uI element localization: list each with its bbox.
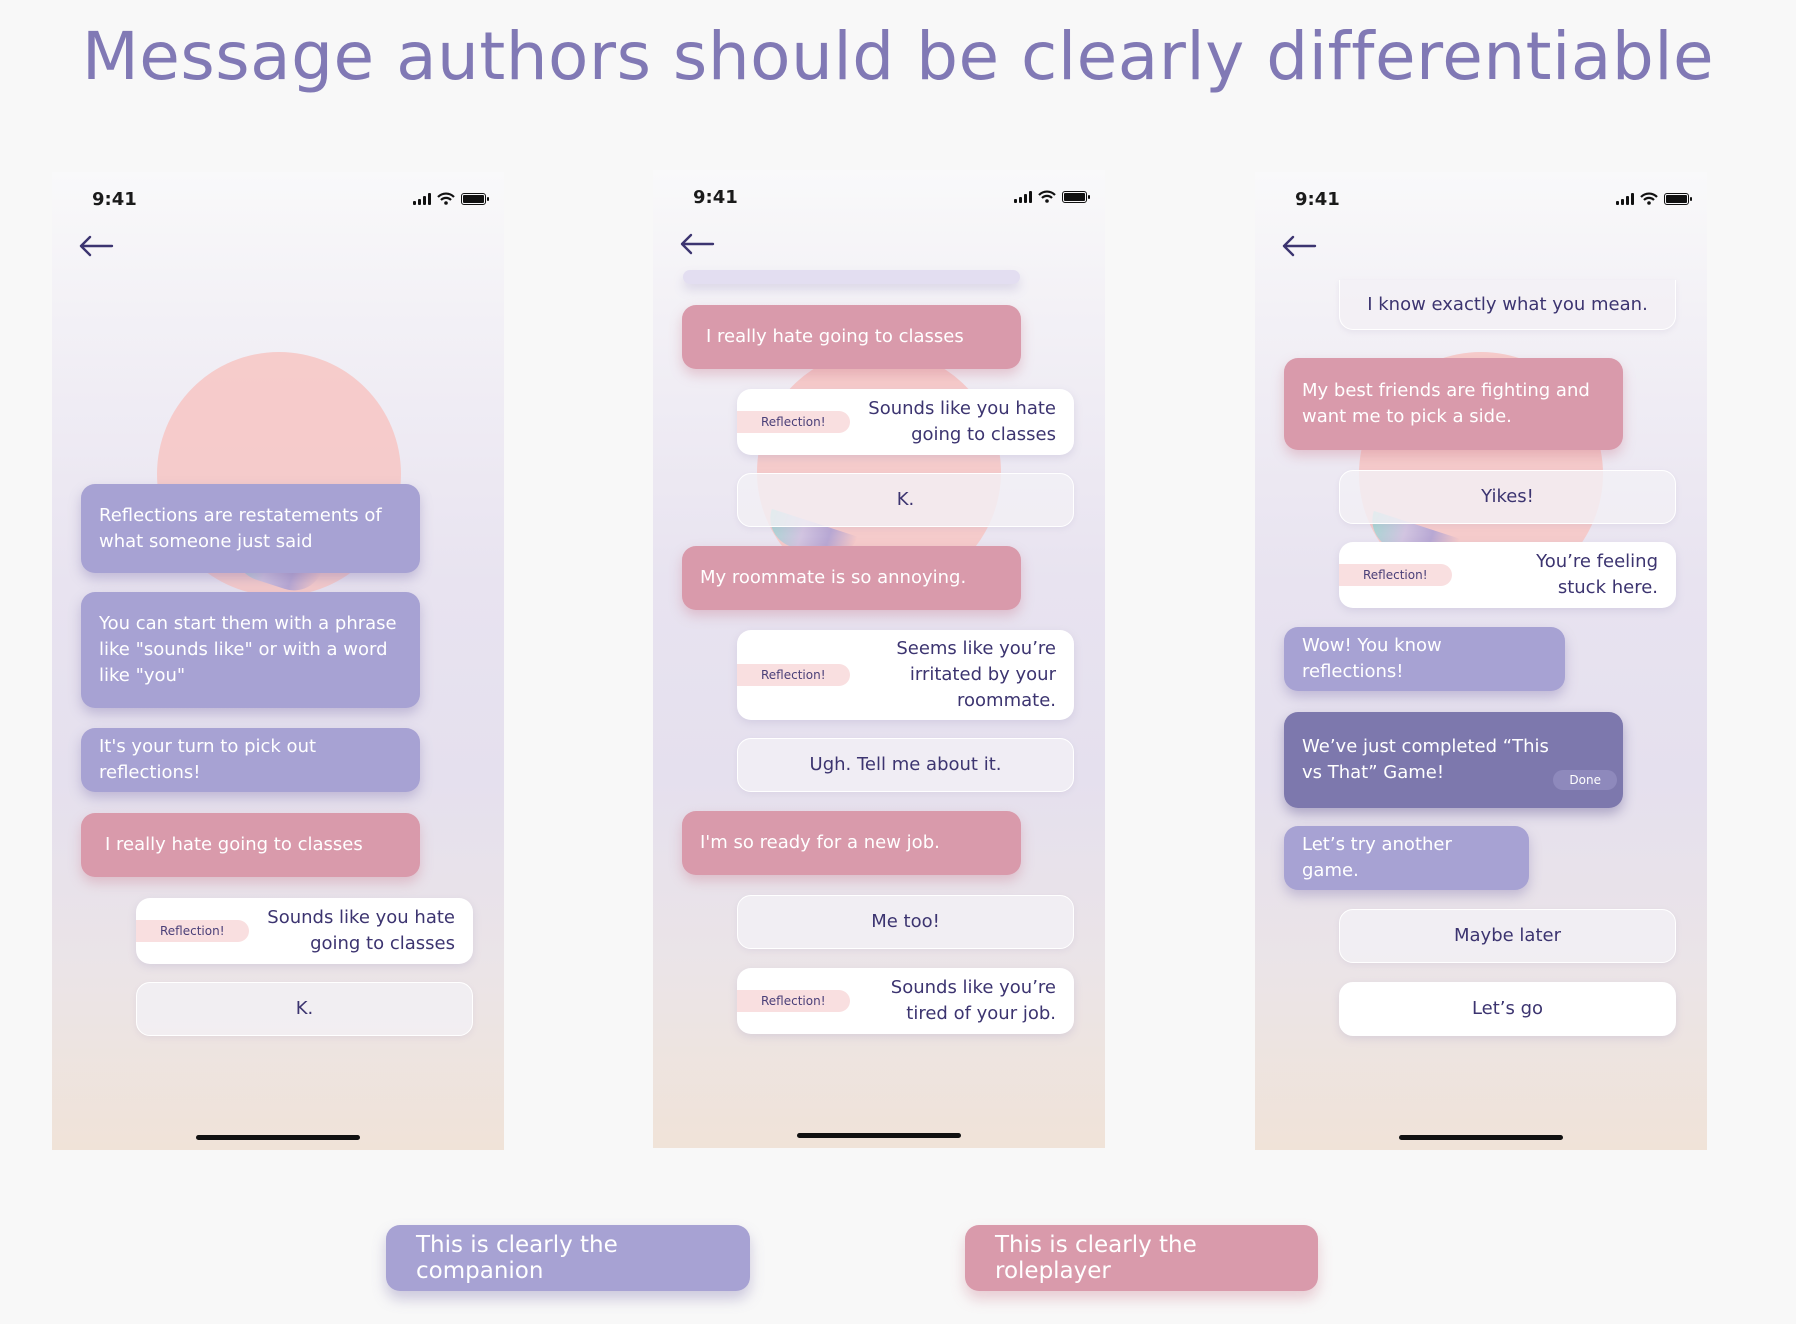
- back-arrow-icon[interactable]: [1281, 234, 1317, 258]
- response-option[interactable]: I know exactly what you mean.: [1339, 280, 1676, 330]
- reflection-badge: Reflection!: [737, 664, 850, 686]
- reflection-option[interactable]: Reflection! Sounds like you hate going t…: [737, 389, 1074, 455]
- lets-go-button[interactable]: Let’s go: [1339, 982, 1676, 1036]
- phone-screen-practice: 9:41 I really hate going to classes Refl…: [653, 170, 1105, 1148]
- battery-icon: [461, 193, 489, 205]
- status-icons: [1616, 192, 1692, 205]
- home-indicator: [1399, 1135, 1563, 1140]
- wifi-icon: [1038, 190, 1056, 203]
- reflection-badge: Reflection!: [136, 920, 249, 942]
- roleplayer-message: My best friends are fighting and want me…: [1284, 358, 1623, 450]
- reflection-option[interactable]: Reflection! You’re feeling stuck here.: [1339, 542, 1676, 608]
- phone-screen-completion: 9:41 I know exactly what you mean. My be…: [1255, 172, 1707, 1150]
- response-option[interactable]: Yikes!: [1339, 470, 1676, 524]
- status-icons: [413, 192, 489, 205]
- battery-icon: [1664, 193, 1692, 205]
- page-headline: Message authors should be clearly differ…: [81, 18, 1715, 95]
- previous-message-edge: [683, 270, 1020, 284]
- companion-message: You can start them with a phrase like "s…: [81, 592, 420, 708]
- response-option[interactable]: K.: [136, 982, 473, 1036]
- battery-icon: [1062, 191, 1090, 203]
- reflection-option[interactable]: Reflection! Sounds like you’re tired of …: [737, 968, 1074, 1034]
- reflection-badge: Reflection!: [737, 990, 850, 1012]
- companion-message: It's your turn to pick out reflections!: [81, 728, 420, 792]
- reflection-badge: Reflection!: [737, 411, 850, 433]
- status-time: 9:41: [1295, 189, 1340, 210]
- status-time: 9:41: [92, 189, 137, 210]
- roleplayer-message: I really hate going to classes: [682, 305, 1021, 369]
- response-option[interactable]: Ugh. Tell me about it.: [737, 738, 1074, 792]
- reflection-option[interactable]: Reflection! Seems like you’re irritated …: [737, 630, 1074, 720]
- legend-roleplayer: This is clearly the roleplayer: [965, 1225, 1318, 1291]
- response-option[interactable]: Me too!: [737, 895, 1074, 949]
- maybe-later-button[interactable]: Maybe later: [1339, 909, 1676, 963]
- back-arrow-icon[interactable]: [78, 234, 114, 258]
- roleplayer-message: My roommate is so annoying.: [682, 546, 1021, 610]
- status-time: 9:41: [693, 187, 738, 208]
- response-option[interactable]: K.: [737, 473, 1074, 527]
- phone-screen-intro: 9:41 Reflections are restatements of wha…: [52, 172, 504, 1150]
- companion-message: Let’s try another game.: [1284, 826, 1529, 890]
- cellular-signal-icon: [1014, 191, 1032, 203]
- legend-companion: This is clearly the companion: [386, 1225, 750, 1291]
- reflection-option[interactable]: Reflection! Sounds like you hate going t…: [136, 898, 473, 964]
- companion-completion-message: We’ve just completed “This vs That” Game…: [1284, 712, 1623, 808]
- roleplayer-message: I'm so ready for a new job.: [682, 811, 1021, 875]
- wifi-icon: [437, 192, 455, 205]
- done-badge: Done: [1553, 770, 1617, 790]
- companion-message: Wow! You know reflections!: [1284, 627, 1565, 691]
- cellular-signal-icon: [1616, 193, 1634, 205]
- companion-message: Reflections are restatements of what som…: [81, 484, 420, 573]
- cellular-signal-icon: [413, 193, 431, 205]
- home-indicator: [196, 1135, 360, 1140]
- home-indicator: [797, 1133, 961, 1138]
- wifi-icon: [1640, 192, 1658, 205]
- roleplayer-message: I really hate going to classes: [81, 813, 420, 877]
- back-arrow-icon[interactable]: [679, 232, 715, 256]
- status-icons: [1014, 190, 1090, 203]
- reflection-badge: Reflection!: [1339, 564, 1452, 586]
